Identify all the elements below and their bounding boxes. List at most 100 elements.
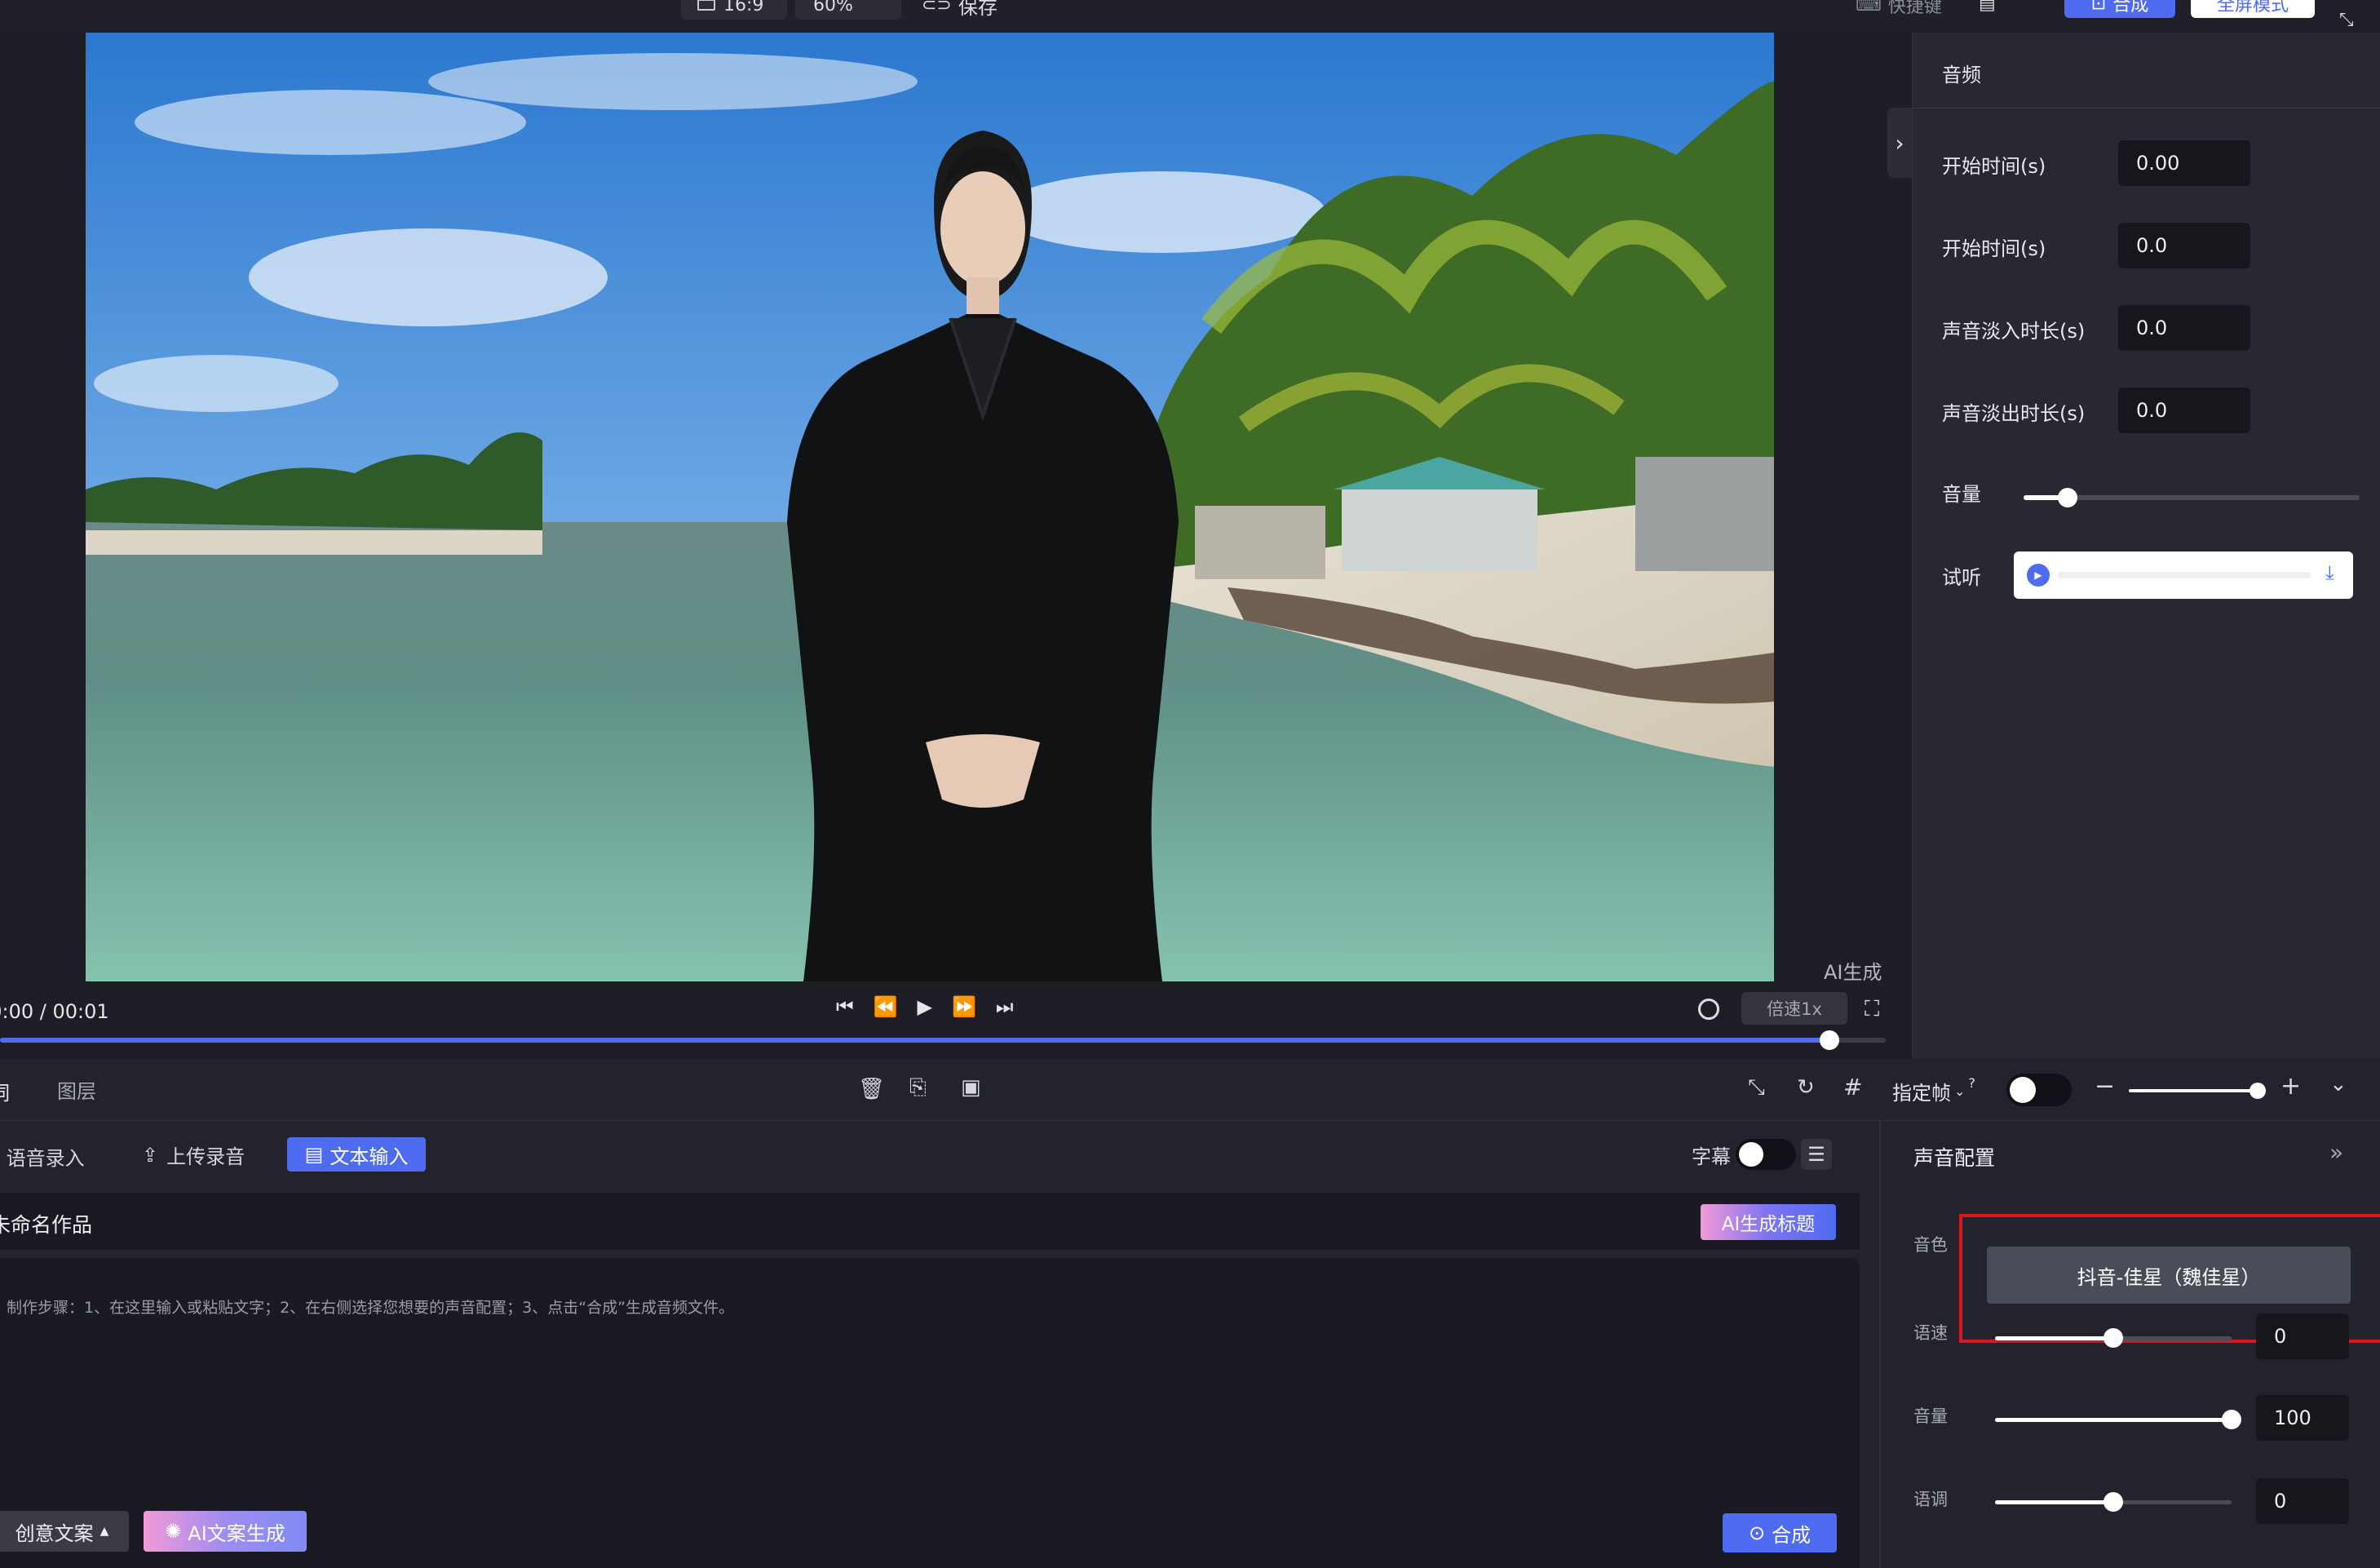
zoom-out-icon[interactable]: − <box>2095 1072 2115 1101</box>
compose-circle-icon: ⊙ <box>1748 1521 1766 1544</box>
audio-track[interactable] <box>2058 572 2311 578</box>
ratio-selector[interactable]: 16:9 <box>681 0 787 20</box>
compose-top-label: 合成 <box>2112 0 2149 16</box>
subtitle-toggle-knob <box>1739 1142 1763 1167</box>
upload-record-label: 上传录音 <box>166 1145 246 1168</box>
voice-volume-input[interactable]: 100 <box>2256 1395 2349 1441</box>
rewind-icon[interactable]: ⏪ <box>874 995 898 1018</box>
progress-knob[interactable] <box>1819 1030 1839 1050</box>
timeline-zoom-knob[interactable] <box>2249 1083 2266 1099</box>
pitch-slider[interactable] <box>1995 1492 2232 1512</box>
fullscreen-mode-button[interactable]: 全屏模式 <box>2191 0 2315 18</box>
play-icon[interactable]: ▶ <box>918 995 932 1018</box>
tab-layers[interactable]: 图层 <box>57 1075 96 1104</box>
speed-input[interactable]: 0 <box>2256 1313 2349 1359</box>
compose-button[interactable]: ⊙ 合成 <box>1723 1513 1837 1552</box>
copy-icon[interactable]: ⎘ <box>909 1075 927 1101</box>
speed-value: 倍速1x <box>1767 999 1822 1019</box>
timeline-toolbar: 词 图层 🗑 ⎘ ▣ ⤡ ↻ # 指定帧 ⌄ ? − + ⌄ <box>0 1059 2380 1121</box>
tab-text-input[interactable]: ▤ 文本输入 <box>287 1137 426 1172</box>
start-time-value-2: 0.0 <box>2136 234 2168 257</box>
pitch-input[interactable]: 0 <box>2256 1478 2349 1524</box>
volume-knob[interactable] <box>2058 488 2077 507</box>
voice-volume-knob[interactable] <box>2222 1410 2241 1429</box>
frame-toggle[interactable] <box>2006 1074 2072 1106</box>
compose-icon: ⊡ <box>2090 0 2107 14</box>
tab-voice-record[interactable]: › 语音录入 <box>0 1142 85 1171</box>
volume-label: 音量 <box>1942 483 1981 506</box>
volume-slider[interactable] <box>2024 488 2360 507</box>
ai-title-button[interactable]: AI生成标题 <box>1701 1204 1836 1240</box>
video-canvas[interactable] <box>86 33 1774 981</box>
help-icon[interactable]: ? <box>1968 1075 1975 1091</box>
timbre-selector[interactable]: 抖音-佳星（魏佳星） <box>1987 1247 2351 1304</box>
speed-label: 语速 <box>1913 1323 1948 1343</box>
delete-icon[interactable]: 🗑 <box>858 1077 885 1101</box>
toggle-knob <box>2010 1077 2036 1103</box>
top-toolbar: 16:9 60% ⊂⊃ 保存 ⌨ 快捷键 ▤ ⊡ 合成 全屏模式 ⤡ <box>0 0 2380 33</box>
audio-panel-title: 音频 <box>1942 64 1981 86</box>
script-textarea[interactable]: 制作步骤：1、在这里输入或粘贴文字；2、在右侧选择您想要的声音配置；3、点击“合… <box>0 1258 1860 1568</box>
ai-spark-icon: ✺ <box>165 1520 182 1543</box>
playback-controls: ⏮ ⏪ ▶ ⏩ ⏭ <box>836 995 1013 1018</box>
image-icon[interactable]: ▣ <box>961 1075 981 1100</box>
listen-label: 试听 <box>1942 566 1981 589</box>
fullscreen-icon[interactable]: ⛶ <box>1865 997 1879 1022</box>
exit-fullscreen-icon[interactable]: ⤡ <box>2339 10 2362 33</box>
speed-slider[interactable] <box>1995 1328 2232 1348</box>
grid-icon[interactable]: # <box>1843 1074 1862 1101</box>
start-time-value: 0.00 <box>2136 152 2180 175</box>
audio-panel-divider <box>1913 108 2380 109</box>
layout-icon[interactable]: ▤ <box>1979 0 2006 14</box>
beach-scene-image <box>86 33 1774 981</box>
caret-up-icon: ▲ <box>100 1525 109 1538</box>
save-button[interactable]: ⊂⊃ 保存 <box>922 0 998 20</box>
start-time-input-2[interactable]: 0.0 <box>2118 223 2250 268</box>
fast-forward-icon[interactable]: ⏩ <box>952 995 976 1018</box>
play-circle-icon[interactable]: ▶ <box>2027 564 2050 587</box>
timbre-value: 抖音-佳星（魏佳星） <box>2077 1265 2261 1289</box>
tab-upload-record[interactable]: ⇪ 上传录音 <box>142 1141 245 1169</box>
voice-config-panel: 声音配置 » 音色 抖音-佳星（魏佳星） 语速 0 音量 100 语调 0 <box>1879 1121 2380 1568</box>
skip-end-icon[interactable]: ⏭ <box>996 995 1014 1018</box>
compose-top-button[interactable]: ⊡ 合成 <box>2064 0 2175 18</box>
zoom-selector[interactable]: 60% <box>795 0 901 20</box>
fade-out-input[interactable]: 0.0 <box>2118 388 2250 433</box>
screen-icon <box>697 0 715 11</box>
shrink-icon[interactable]: ⤡ <box>1748 1075 1765 1101</box>
work-title[interactable]: 未命名作品 <box>0 1209 92 1238</box>
ai-copy-button[interactable]: ✺ AI文案生成 <box>144 1511 307 1552</box>
start-time-label: 开始时间(s) <box>1942 155 2046 178</box>
download-icon[interactable]: ⤓ <box>2325 561 2334 584</box>
search-icon[interactable] <box>1698 999 1719 1020</box>
voice-volume-label: 音量 <box>1913 1406 1948 1426</box>
refresh-icon[interactable]: ↻ <box>1797 1075 1815 1100</box>
speed-selector[interactable]: 倍速1x <box>1741 992 1847 1025</box>
speed-fill <box>1995 1336 2113 1340</box>
voice-volume-slider[interactable] <box>1995 1410 2241 1429</box>
audio-player[interactable]: ▶ ⤓ <box>2014 551 2353 599</box>
timeline-zoom-slider[interactable] <box>2129 1083 2266 1099</box>
subtitle-label: 字幕 <box>1692 1145 1731 1168</box>
tab-partial[interactable]: 词 <box>0 1077 10 1105</box>
pitch-fill <box>1995 1500 2113 1504</box>
subtitle-toggle[interactable] <box>1736 1139 1796 1170</box>
fade-out-label: 声音淡出时长(s) <box>1942 402 2086 425</box>
collapse-panel-toggle[interactable]: › <box>1887 108 1912 178</box>
progress-fill <box>0 1038 1829 1043</box>
zoom-in-icon[interactable]: + <box>2280 1072 2301 1101</box>
speed-knob[interactable] <box>2104 1328 2123 1348</box>
pitch-label: 语调 <box>1913 1490 1948 1509</box>
skip-start-icon[interactable]: ⏮ <box>836 995 854 1018</box>
creative-copy-button[interactable]: 创意文案 ▲ <box>0 1511 129 1552</box>
collapse-down-icon[interactable]: ⌄ <box>2329 1072 2347 1096</box>
fade-in-input[interactable]: 0.0 <box>2118 305 2250 351</box>
frame-selector[interactable]: 指定帧 ⌄ ? <box>1892 1075 1975 1105</box>
double-chevron-right-icon[interactable]: » <box>2329 1139 2343 1166</box>
pitch-knob[interactable] <box>2104 1492 2123 1512</box>
start-time-input[interactable]: 0.00 <box>2118 140 2250 186</box>
shortcut-button[interactable]: ⌨ 快捷键 <box>1856 0 1942 20</box>
progress-track[interactable] <box>0 1030 1886 1050</box>
settings-sliders-icon[interactable]: ☰ <box>1801 1139 1832 1170</box>
script-placeholder: 制作步骤：1、在这里输入或粘贴文字；2、在右侧选择您想要的声音配置；3、点击“合… <box>7 1299 734 1317</box>
